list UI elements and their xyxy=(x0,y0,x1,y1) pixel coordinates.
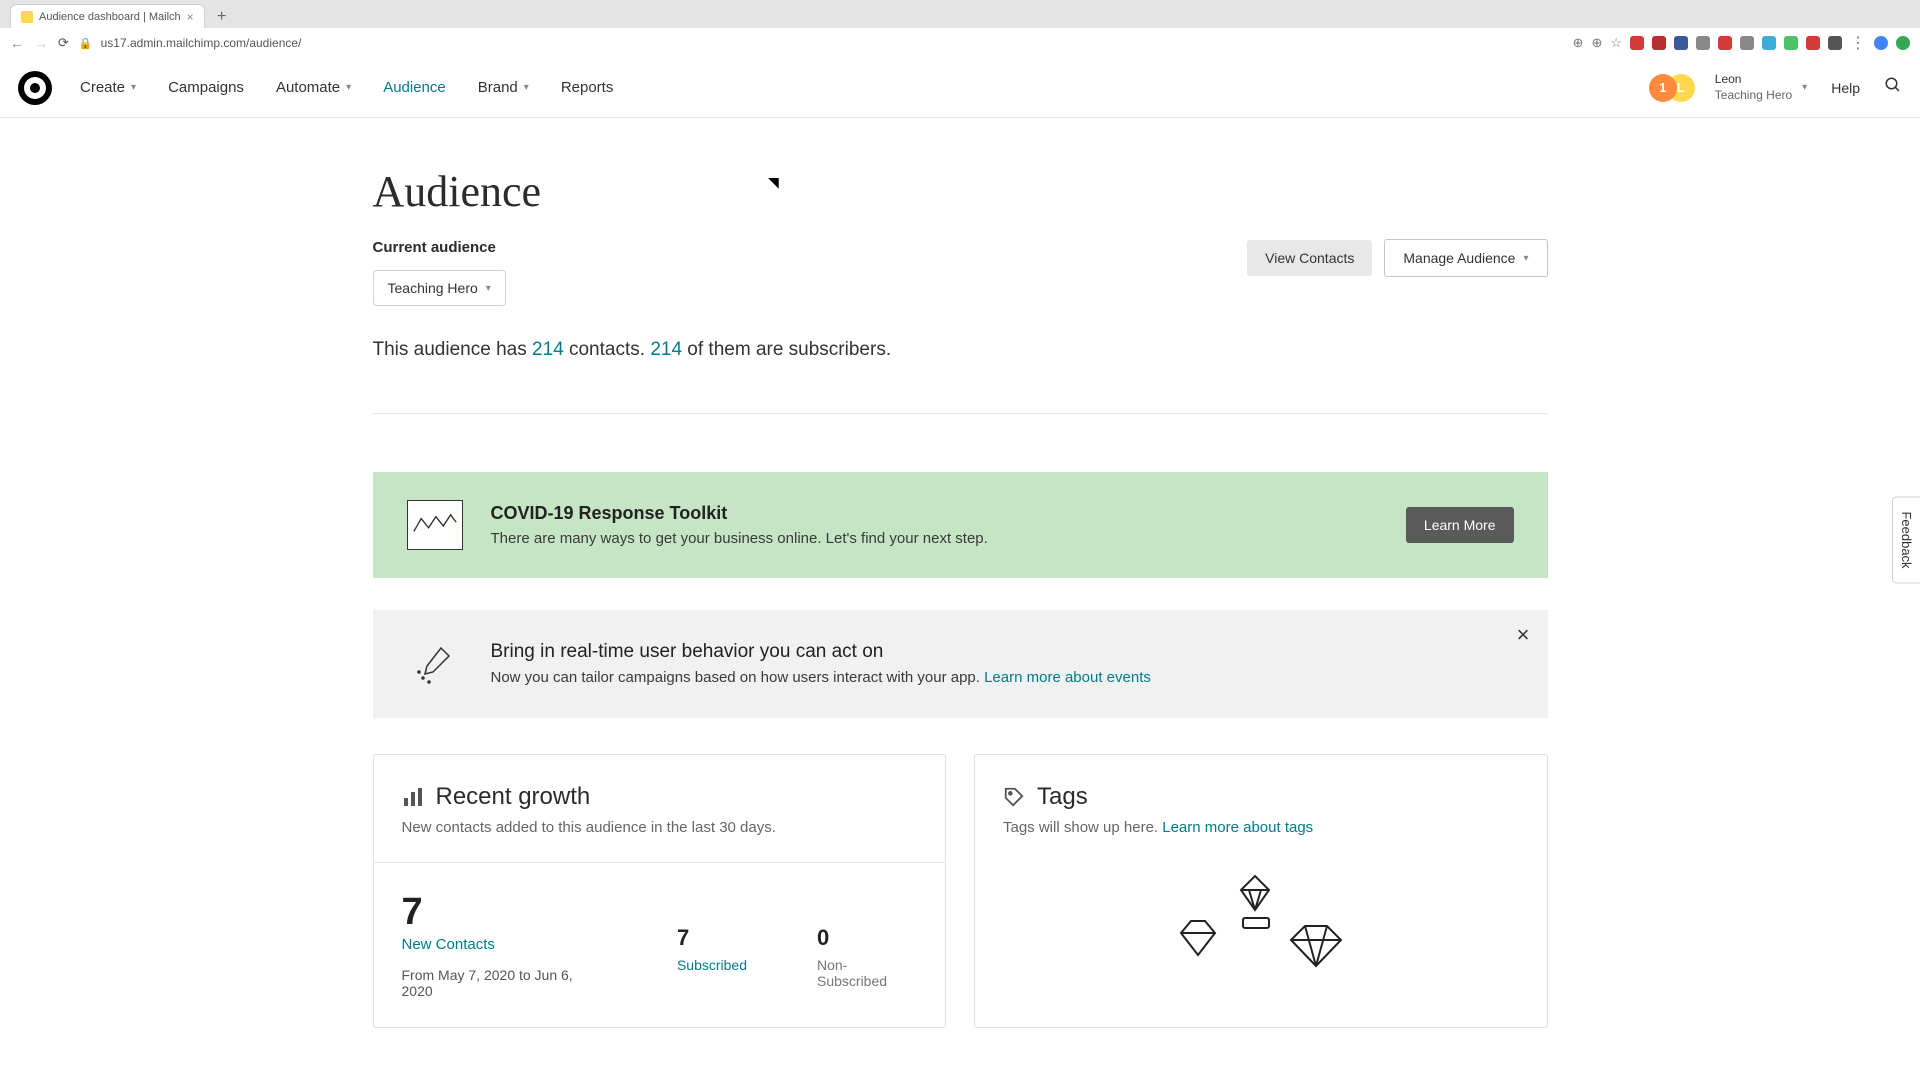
forward-button[interactable]: → xyxy=(34,35,48,51)
covid-banner-title: COVID-19 Response Toolkit xyxy=(491,503,1378,524)
extension-icons: ⊕ ⊕ ☆ ⋮ xyxy=(1573,33,1910,53)
main-nav: Create▾ Campaigns Automate▾ Audience Bra… xyxy=(80,79,613,96)
events-banner: Bring in real-time user behavior you can… xyxy=(373,610,1548,718)
manage-audience-button[interactable]: Manage Audience ▾ xyxy=(1384,239,1547,277)
subscribed-number: 7 xyxy=(677,925,747,951)
learn-tags-link[interactable]: Learn more about tags xyxy=(1162,819,1313,836)
chevron-down-icon: ▾ xyxy=(486,283,491,294)
tags-card: Tags Tags will show up here. Learn more … xyxy=(974,754,1548,1028)
page-title: Audience xyxy=(373,166,1548,217)
nonsubscribed-label: Non-Subscribed xyxy=(817,957,917,989)
diamonds-illustration xyxy=(1161,866,1361,976)
audience-select[interactable]: Teaching Hero ▾ xyxy=(373,270,506,306)
tab-bar: Audience dashboard | Mailch × + xyxy=(0,0,1920,28)
ext-icon[interactable] xyxy=(1674,36,1688,50)
app-header: Create▾ Campaigns Automate▾ Audience Bra… xyxy=(0,58,1920,118)
help-link[interactable]: Help xyxy=(1831,80,1860,96)
page-content: Audience Current audience Teaching Hero … xyxy=(373,118,1548,1028)
nav-create[interactable]: Create▾ xyxy=(80,79,136,96)
close-icon[interactable]: × xyxy=(1517,622,1530,648)
audience-select-value: Teaching Hero xyxy=(388,280,478,296)
ext-icon[interactable] xyxy=(1740,36,1754,50)
nav-audience[interactable]: Audience xyxy=(383,79,446,96)
zoom-icon[interactable]: ⊕ xyxy=(1591,35,1602,51)
chevron-down-icon: ▾ xyxy=(1802,82,1807,93)
translate-icon[interactable]: ⊕ xyxy=(1573,35,1584,51)
browser-chrome: Audience dashboard | Mailch × + ← → ⟳ 🔒 … xyxy=(0,0,1920,58)
new-contacts-label[interactable]: New Contacts xyxy=(402,936,607,953)
profile-icon[interactable] xyxy=(1874,36,1888,50)
url-text: us17.admin.mailchimp.com/audience/ xyxy=(101,36,302,50)
ext-icon[interactable] xyxy=(1784,36,1798,50)
close-tab-icon[interactable]: × xyxy=(187,10,194,24)
covid-banner: COVID-19 Response Toolkit There are many… xyxy=(373,472,1548,578)
ext-icon[interactable] xyxy=(1762,36,1776,50)
nav-reports[interactable]: Reports xyxy=(561,79,614,96)
growth-title: Recent growth xyxy=(436,783,591,811)
events-banner-subtitle: Now you can tailor campaigns based on ho… xyxy=(491,669,1514,686)
ext-icon[interactable] xyxy=(1806,36,1820,50)
nav-automate[interactable]: Automate▾ xyxy=(276,79,351,96)
back-button[interactable]: ← xyxy=(10,35,24,51)
growth-subtitle: New contacts added to this audience in t… xyxy=(402,819,918,836)
ext-icon[interactable] xyxy=(1652,36,1666,50)
recent-growth-card: Recent growth New contacts added to this… xyxy=(373,754,947,1028)
audience-summary: This audience has 214 contacts. 214 of t… xyxy=(373,336,1548,365)
feedback-tab[interactable]: Feedback xyxy=(1892,496,1920,583)
ext-icon[interactable] xyxy=(1630,36,1644,50)
tags-subtitle: Tags will show up here. Learn more about… xyxy=(1003,819,1519,836)
favicon xyxy=(21,11,33,23)
user-menu[interactable]: 1 L Leon Teaching Hero ▾ xyxy=(1649,72,1807,103)
new-tab-button[interactable]: + xyxy=(211,6,233,28)
nonsubscribed-number: 0 xyxy=(817,925,917,951)
chevron-down-icon: ▾ xyxy=(346,82,351,93)
chevron-down-icon: ▾ xyxy=(524,82,529,93)
current-audience-label: Current audience xyxy=(373,239,506,256)
learn-events-link[interactable]: Learn more about events xyxy=(984,669,1151,686)
pencil-spark-icon xyxy=(407,636,463,692)
bar-chart-icon xyxy=(402,786,424,808)
ext-icon[interactable] xyxy=(1828,36,1842,50)
ext-icon[interactable] xyxy=(1718,36,1732,50)
covid-banner-subtitle: There are many ways to get your business… xyxy=(491,530,1378,547)
chart-icon xyxy=(407,500,463,550)
avatar-icon: 1 xyxy=(1649,74,1677,102)
learn-more-button[interactable]: Learn More xyxy=(1406,507,1514,543)
subscribers-count[interactable]: 214 xyxy=(650,339,682,360)
ext-icon[interactable] xyxy=(1896,36,1910,50)
lock-icon: 🔒 xyxy=(79,37,93,50)
address-row: ← → ⟳ 🔒 us17.admin.mailchimp.com/audienc… xyxy=(0,28,1920,58)
growth-date-range: From May 7, 2020 to Jun 6, 2020 xyxy=(402,967,607,999)
ext-icon[interactable] xyxy=(1696,36,1710,50)
subscribed-label[interactable]: Subscribed xyxy=(677,957,747,973)
divider xyxy=(373,413,1548,414)
star-icon[interactable]: ☆ xyxy=(1610,35,1622,51)
address-bar[interactable]: 🔒 us17.admin.mailchimp.com/audience/ xyxy=(79,36,1563,50)
reload-button[interactable]: ⟳ xyxy=(58,35,69,51)
tab-title: Audience dashboard | Mailch xyxy=(39,11,181,23)
chevron-down-icon: ▾ xyxy=(1523,253,1528,264)
nav-campaigns[interactable]: Campaigns xyxy=(168,79,244,96)
contacts-count[interactable]: 214 xyxy=(532,339,564,360)
browser-tab[interactable]: Audience dashboard | Mailch × xyxy=(10,4,205,28)
search-icon[interactable] xyxy=(1884,76,1902,99)
events-banner-title: Bring in real-time user behavior you can… xyxy=(491,641,1514,663)
mailchimp-logo[interactable] xyxy=(18,71,52,105)
chevron-down-icon: ▾ xyxy=(131,82,136,93)
nav-brand[interactable]: Brand▾ xyxy=(478,79,529,96)
menu-icon[interactable]: ⋮ xyxy=(1850,33,1866,53)
view-contacts-button[interactable]: View Contacts xyxy=(1247,240,1372,276)
user-name: Leon xyxy=(1715,72,1792,88)
tag-icon xyxy=(1003,786,1025,808)
tags-title: Tags xyxy=(1037,783,1088,811)
user-org: Teaching Hero xyxy=(1715,88,1792,104)
new-contacts-number: 7 xyxy=(402,891,607,934)
